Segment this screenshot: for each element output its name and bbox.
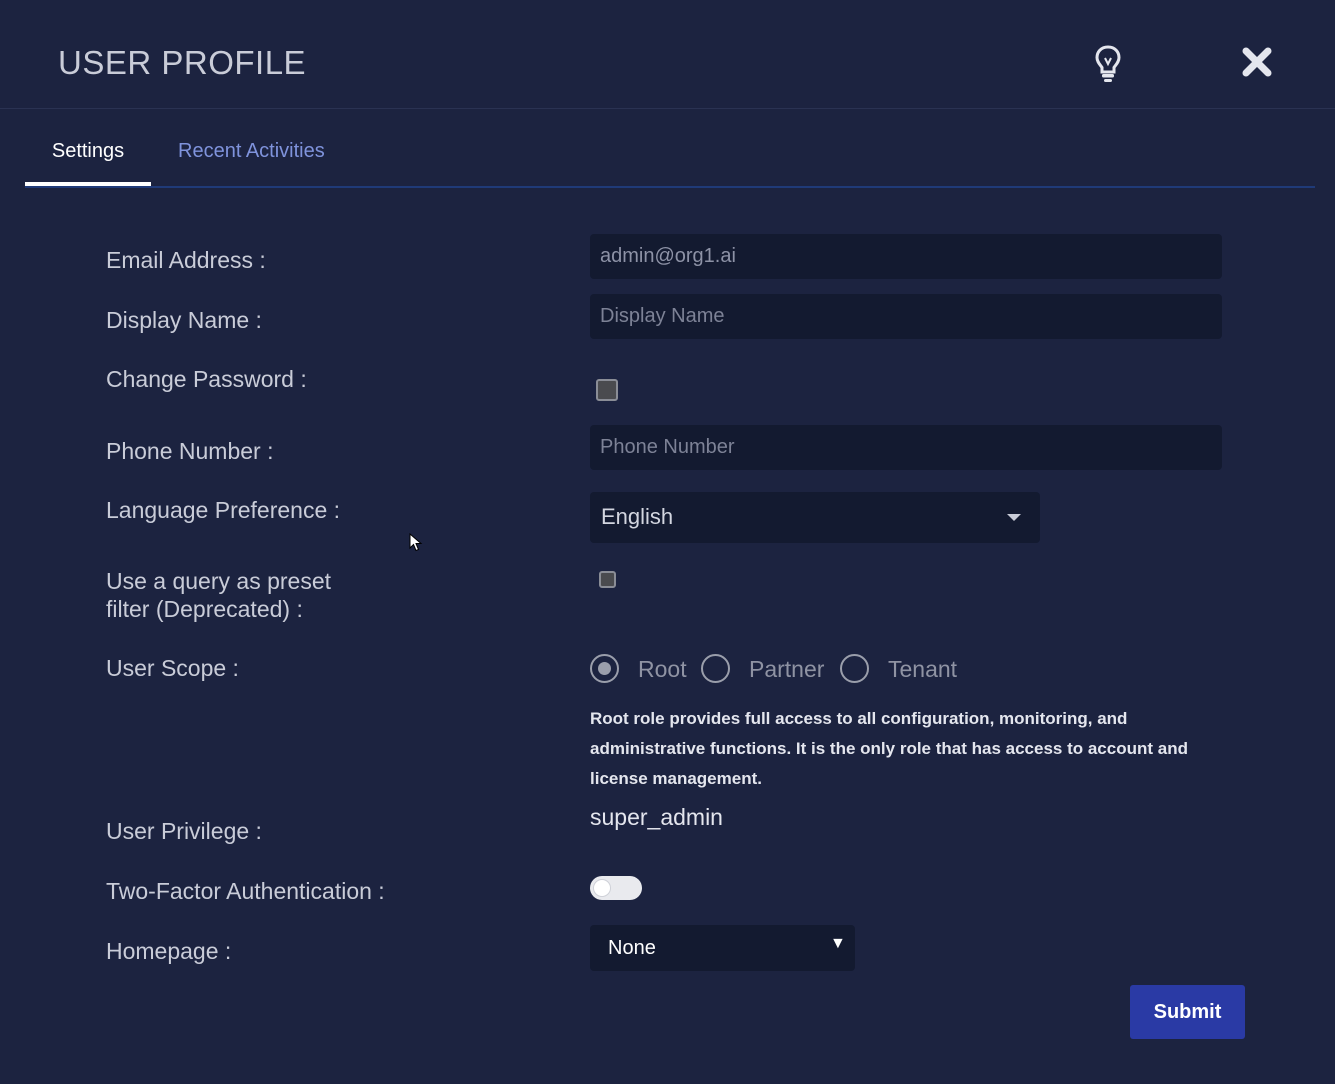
user-scope-label: User Scope : <box>106 655 239 681</box>
homepage-select[interactable]: None ▼ <box>590 925 855 971</box>
toggle-knob <box>594 880 610 896</box>
scope-radio-root-label[interactable]: Root <box>638 656 687 683</box>
display-name-label: Display Name : <box>106 307 262 333</box>
preset-filter-label-line1: Use a query as preset <box>106 568 332 594</box>
caret-down-icon: ▼ <box>830 935 846 952</box>
homepage-label: Homepage : <box>106 938 232 964</box>
page-title: USER PROFILE <box>58 44 307 81</box>
close-icon[interactable] <box>1240 45 1274 79</box>
preset-filter-checkbox[interactable] <box>599 571 616 588</box>
radio-selected-dot <box>598 662 611 675</box>
tab-settings[interactable]: Settings <box>25 140 151 186</box>
display-name-field[interactable] <box>590 294 1222 339</box>
scope-radio-partner-label[interactable]: Partner <box>749 656 824 683</box>
language-select-value: English <box>601 504 674 529</box>
language-preference-label: Language Preference : <box>106 497 341 523</box>
homepage-select-value: None <box>608 937 656 959</box>
active-tab-indicator <box>25 182 151 186</box>
scope-radio-root[interactable] <box>590 654 619 683</box>
scope-radio-tenant-label[interactable]: Tenant <box>888 656 957 683</box>
tab-recent-activities[interactable]: Recent Activities <box>178 140 325 163</box>
mouse-cursor-icon <box>409 532 423 553</box>
submit-button[interactable]: Submit <box>1130 985 1245 1039</box>
phone-number-label: Phone Number : <box>106 438 274 464</box>
two-factor-label: Two-Factor Authentication : <box>106 878 385 904</box>
user-privilege-label: User Privilege : <box>106 818 262 844</box>
language-select[interactable]: English <box>590 492 1040 543</box>
preset-filter-label-line2: filter (Deprecated) : <box>106 596 303 622</box>
change-password-checkbox[interactable] <box>596 379 618 401</box>
email-field[interactable] <box>590 234 1222 279</box>
dialog-header: USER PROFILE <box>0 0 1335 109</box>
two-factor-toggle[interactable] <box>590 876 642 900</box>
lightbulb-icon[interactable] <box>1093 44 1123 84</box>
user-scope-description: Root role provides full access to all co… <box>590 709 1188 788</box>
scope-radio-partner[interactable] <box>701 654 730 683</box>
user-privilege-value: super_admin <box>590 804 723 830</box>
user-profile-dialog: USER PROFILE Settings Recent Activities … <box>0 0 1335 1084</box>
scope-radio-tenant[interactable] <box>840 654 869 683</box>
caret-down-icon <box>1007 514 1021 521</box>
email-label: Email Address : <box>106 247 266 273</box>
phone-number-field[interactable] <box>590 425 1222 470</box>
tab-bar: Settings Recent Activities <box>25 110 1315 188</box>
change-password-label: Change Password : <box>106 366 307 392</box>
